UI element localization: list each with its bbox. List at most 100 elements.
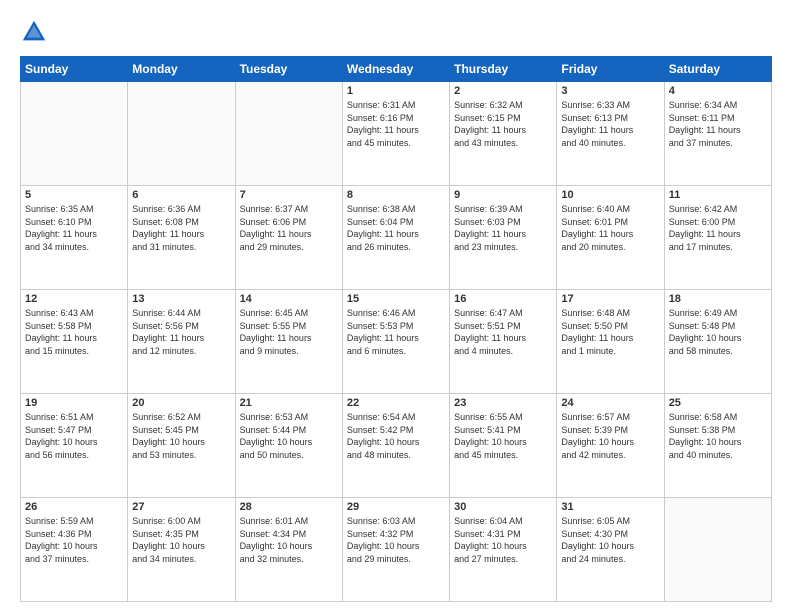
- day-info: Sunrise: 6:40 AM Sunset: 6:01 PM Dayligh…: [561, 203, 659, 253]
- calendar-cell: 24Sunrise: 6:57 AM Sunset: 5:39 PM Dayli…: [557, 394, 664, 498]
- calendar-cell: 2 Sunrise: 6:32 AM Sunset: 6:15 PM Daylig…: [450, 82, 557, 186]
- day-number: 26: [25, 501, 123, 513]
- calendar-cell: 28 Sunrise: 6:01 AM Sunset: 4:34 PM Dayli…: [235, 498, 342, 602]
- day-info: Sunrise: 6:46 AM Sunset: 5:53 PM Dayligh…: [347, 307, 445, 357]
- calendar-cell: 18 Sunrise: 6:49 AM Sunset: 5:48 PM Dayli…: [664, 290, 771, 394]
- calendar-cell: 19 Sunrise: 6:51 AM Sunset: 5:47 PM Dayli…: [21, 394, 128, 498]
- day-number: 11: [669, 189, 767, 201]
- day-number: 9: [454, 189, 552, 201]
- calendar-body: 1 Sunrise: 6:31 AM Sunset: 6:16 PM Daylig…: [21, 82, 772, 602]
- day-info: Sunrise: 6:35 AM Sunset: 6:10 PM Dayligh…: [25, 203, 123, 253]
- day-info: Sunrise: 6:04 AM Sunset: 4:31 PM Dayligh…: [454, 515, 552, 565]
- day-number: 13: [132, 293, 230, 305]
- calendar-cell: 12 Sunrise: 6:43 AM Sunset: 5:58 PM Dayli…: [21, 290, 128, 394]
- calendar-cell: 6 Sunrise: 6:36 AM Sunset: 6:08 PM Daylig…: [128, 186, 235, 290]
- day-number: 10: [561, 189, 659, 201]
- day-info: Sunrise: 6:51 AM Sunset: 5:47 PM Dayligh…: [25, 411, 123, 461]
- day-number: 7: [240, 189, 338, 201]
- calendar-cell: 17 Sunrise: 6:48 AM Sunset: 5:50 PM Dayli…: [557, 290, 664, 394]
- day-info: Sunrise: 6:39 AM Sunset: 6:03 PM Dayligh…: [454, 203, 552, 253]
- page: SundayMondayTuesdayWednesdayThursdayFrid…: [0, 0, 792, 612]
- calendar-cell: 21 Sunrise: 6:53 AM Sunset: 5:44 PM Dayli…: [235, 394, 342, 498]
- day-info: Sunrise: 6:03 AM Sunset: 4:32 PM Dayligh…: [347, 515, 445, 565]
- day-info: Sunrise: 6:05 AM Sunset: 4:30 PM Dayligh…: [561, 515, 659, 565]
- week-row-4: 26 Sunrise: 5:59 AM Sunset: 4:36 PM Dayli…: [21, 498, 772, 602]
- calendar-cell: 10 Sunrise: 6:40 AM Sunset: 6:01 PM Dayli…: [557, 186, 664, 290]
- day-number: 31: [561, 501, 659, 513]
- day-number: 28: [240, 501, 338, 513]
- calendar-cell: 7Sunrise: 6:37 AM Sunset: 6:06 PM Daylig…: [235, 186, 342, 290]
- day-info: Sunrise: 6:53 AM Sunset: 5:44 PM Dayligh…: [240, 411, 338, 461]
- calendar-cell: 13 Sunrise: 6:44 AM Sunset: 5:56 PM Dayli…: [128, 290, 235, 394]
- calendar-cell: [235, 82, 342, 186]
- day-info: Sunrise: 6:36 AM Sunset: 6:08 PM Dayligh…: [132, 203, 230, 253]
- day-number: 8: [347, 189, 445, 201]
- calendar-cell: 31 Sunrise: 6:05 AM Sunset: 4:30 PM Dayli…: [557, 498, 664, 602]
- calendar-cell: 1 Sunrise: 6:31 AM Sunset: 6:16 PM Daylig…: [342, 82, 449, 186]
- day-info: Sunrise: 6:33 AM Sunset: 6:13 PM Dayligh…: [561, 99, 659, 149]
- day-info: Sunrise: 6:00 AM Sunset: 4:35 PM Dayligh…: [132, 515, 230, 565]
- calendar-cell: 14 Sunrise: 6:45 AM Sunset: 5:55 PM Dayli…: [235, 290, 342, 394]
- day-number: 16: [454, 293, 552, 305]
- calendar-cell: 3 Sunrise: 6:33 AM Sunset: 6:13 PM Daylig…: [557, 82, 664, 186]
- day-number: 24: [561, 397, 659, 409]
- week-row-0: 1 Sunrise: 6:31 AM Sunset: 6:16 PM Daylig…: [21, 82, 772, 186]
- calendar-cell: [664, 498, 771, 602]
- day-number: 12: [25, 293, 123, 305]
- calendar-cell: 4Sunrise: 6:34 AM Sunset: 6:11 PM Daylig…: [664, 82, 771, 186]
- day-info: Sunrise: 6:48 AM Sunset: 5:50 PM Dayligh…: [561, 307, 659, 357]
- calendar-cell: 9 Sunrise: 6:39 AM Sunset: 6:03 PM Daylig…: [450, 186, 557, 290]
- day-info: Sunrise: 6:58 AM Sunset: 5:38 PM Dayligh…: [669, 411, 767, 461]
- calendar-cell: 23Sunrise: 6:55 AM Sunset: 5:41 PM Dayli…: [450, 394, 557, 498]
- day-number: 3: [561, 85, 659, 97]
- calendar-header: SundayMondayTuesdayWednesdayThursdayFrid…: [21, 57, 772, 82]
- day-info: Sunrise: 6:44 AM Sunset: 5:56 PM Dayligh…: [132, 307, 230, 357]
- day-info: Sunrise: 6:31 AM Sunset: 6:16 PM Dayligh…: [347, 99, 445, 149]
- calendar-cell: 22Sunrise: 6:54 AM Sunset: 5:42 PM Dayli…: [342, 394, 449, 498]
- day-info: Sunrise: 6:49 AM Sunset: 5:48 PM Dayligh…: [669, 307, 767, 357]
- day-number: 30: [454, 501, 552, 513]
- calendar-table: SundayMondayTuesdayWednesdayThursdayFrid…: [20, 56, 772, 602]
- day-info: Sunrise: 6:47 AM Sunset: 5:51 PM Dayligh…: [454, 307, 552, 357]
- header: [20, 18, 772, 46]
- col-header-tuesday: Tuesday: [235, 57, 342, 82]
- day-number: 2: [454, 85, 552, 97]
- day-number: 14: [240, 293, 338, 305]
- calendar-cell: 16 Sunrise: 6:47 AM Sunset: 5:51 PM Dayli…: [450, 290, 557, 394]
- day-number: 22: [347, 397, 445, 409]
- col-header-thursday: Thursday: [450, 57, 557, 82]
- day-info: Sunrise: 6:01 AM Sunset: 4:34 PM Dayligh…: [240, 515, 338, 565]
- logo: [20, 18, 54, 46]
- logo-icon: [20, 18, 48, 46]
- calendar-cell: 25 Sunrise: 6:58 AM Sunset: 5:38 PM Dayli…: [664, 394, 771, 498]
- calendar-cell: 11Sunrise: 6:42 AM Sunset: 6:00 PM Dayli…: [664, 186, 771, 290]
- calendar-cell: 15Sunrise: 6:46 AM Sunset: 5:53 PM Dayli…: [342, 290, 449, 394]
- col-header-sunday: Sunday: [21, 57, 128, 82]
- calendar-cell: [21, 82, 128, 186]
- day-info: Sunrise: 6:55 AM Sunset: 5:41 PM Dayligh…: [454, 411, 552, 461]
- calendar-cell: 26 Sunrise: 5:59 AM Sunset: 4:36 PM Dayli…: [21, 498, 128, 602]
- day-number: 19: [25, 397, 123, 409]
- day-info: Sunrise: 6:32 AM Sunset: 6:15 PM Dayligh…: [454, 99, 552, 149]
- day-number: 18: [669, 293, 767, 305]
- calendar-cell: 30 Sunrise: 6:04 AM Sunset: 4:31 PM Dayli…: [450, 498, 557, 602]
- day-info: Sunrise: 5:59 AM Sunset: 4:36 PM Dayligh…: [25, 515, 123, 565]
- day-number: 21: [240, 397, 338, 409]
- calendar-cell: [128, 82, 235, 186]
- day-info: Sunrise: 6:43 AM Sunset: 5:58 PM Dayligh…: [25, 307, 123, 357]
- day-number: 1: [347, 85, 445, 97]
- col-header-saturday: Saturday: [664, 57, 771, 82]
- day-number: 17: [561, 293, 659, 305]
- day-number: 20: [132, 397, 230, 409]
- calendar-cell: 27Sunrise: 6:00 AM Sunset: 4:35 PM Dayli…: [128, 498, 235, 602]
- day-info: Sunrise: 6:52 AM Sunset: 5:45 PM Dayligh…: [132, 411, 230, 461]
- col-header-wednesday: Wednesday: [342, 57, 449, 82]
- col-header-monday: Monday: [128, 57, 235, 82]
- day-number: 6: [132, 189, 230, 201]
- day-number: 25: [669, 397, 767, 409]
- day-info: Sunrise: 6:38 AM Sunset: 6:04 PM Dayligh…: [347, 203, 445, 253]
- week-row-3: 19 Sunrise: 6:51 AM Sunset: 5:47 PM Dayli…: [21, 394, 772, 498]
- col-header-friday: Friday: [557, 57, 664, 82]
- day-info: Sunrise: 6:45 AM Sunset: 5:55 PM Dayligh…: [240, 307, 338, 357]
- calendar-cell: 29Sunrise: 6:03 AM Sunset: 4:32 PM Dayli…: [342, 498, 449, 602]
